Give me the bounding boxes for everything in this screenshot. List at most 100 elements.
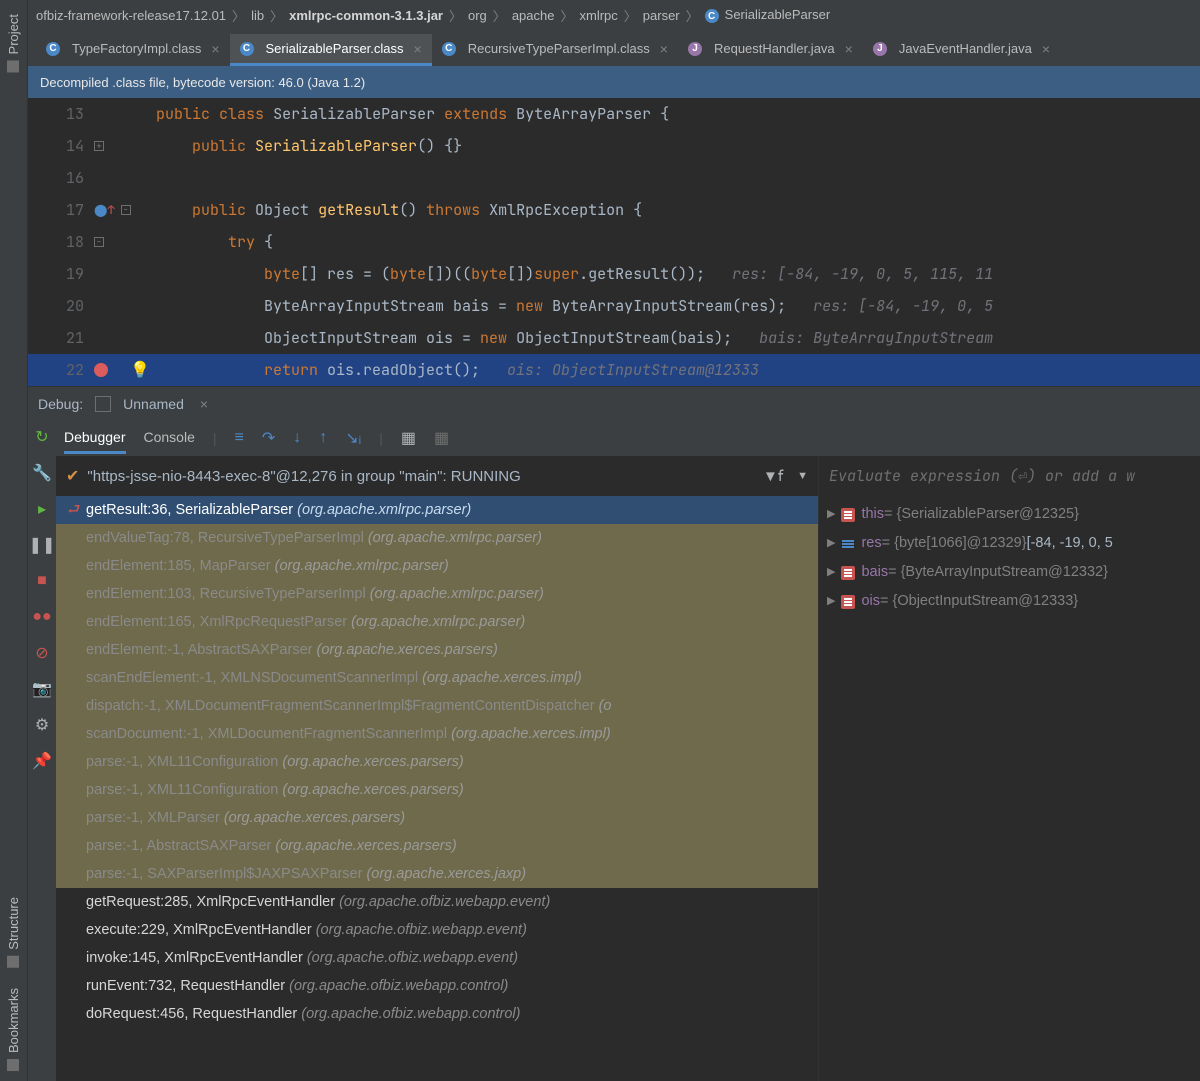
step-into-icon[interactable]: ↓ (293, 429, 301, 447)
project-tool-tab[interactable]: Project (2, 4, 25, 82)
array-icon (841, 537, 855, 551)
stack-frame[interactable]: scanDocument:-1, XMLDocumentFragmentScan… (56, 720, 818, 748)
debugger-tab[interactable]: Debugger (64, 423, 126, 454)
code-editor[interactable]: 13public class SerializableParser extend… (28, 98, 1200, 386)
close-icon[interactable]: × (211, 41, 219, 57)
editor-tab[interactable]: JJavaEventHandler.java× (863, 34, 1060, 66)
run-to-cursor-icon[interactable]: ↘ᵢ (345, 428, 361, 448)
breadcrumb-item[interactable]: apache (512, 8, 555, 23)
close-icon[interactable]: × (660, 41, 668, 57)
stack-frame[interactable]: endElement:103, RecursiveTypeParserImpl … (56, 580, 818, 608)
step-out-icon[interactable]: ↑ (319, 429, 327, 447)
stack-frame[interactable]: doRequest:456, RequestHandler (org.apach… (56, 1000, 818, 1028)
debug-label: Debug: (38, 396, 83, 412)
check-icon: ✔ (66, 466, 79, 486)
resume-icon[interactable]: ▸ (33, 500, 51, 518)
stack-frames[interactable]: ⮐getResult:36, SerializableParser (org.a… (56, 496, 818, 1081)
stack-frame[interactable]: execute:229, XmlRpcEventHandler (org.apa… (56, 916, 818, 944)
class-icon: C (240, 42, 254, 56)
class-icon: C (46, 42, 60, 56)
breadcrumb: ofbiz-framework-release17.12.01〉lib〉xmlr… (28, 0, 1200, 30)
breadcrumb-item[interactable]: lib (251, 8, 264, 23)
variable-row[interactable]: ▶res = {byte[1066]@12329} [-84, -19, 0, … (819, 529, 1200, 558)
tab-label: RequestHandler.java (714, 41, 835, 56)
line-number: 14 (28, 130, 90, 162)
bookmarks-tool-tab[interactable]: Bookmarks (2, 978, 25, 1081)
expand-icon[interactable]: ▶ (827, 587, 835, 616)
stack-frame[interactable]: endElement:185, MapParser (org.apache.xm… (56, 552, 818, 580)
override-icon[interactable]: ⬤ (94, 194, 107, 226)
editor-tab[interactable]: CTypeFactoryImpl.class× (36, 34, 230, 66)
close-icon[interactable]: × (845, 41, 853, 57)
stack-frame[interactable]: scanEndElement:-1, XMLNSDocumentScannerI… (56, 664, 818, 692)
stack-frame[interactable]: endElement:-1, AbstractSAXParser (org.ap… (56, 636, 818, 664)
variable-row[interactable]: ▶this = {SerializableParser@12325} (819, 500, 1200, 529)
breadcrumb-item[interactable]: xmlrpc (579, 8, 617, 23)
fold-icon[interactable]: + (94, 141, 104, 151)
drop-frame-icon[interactable]: ⮐ (64, 496, 84, 524)
evaluate-icon[interactable]: ▦ (401, 428, 416, 448)
close-icon[interactable]: × (414, 41, 422, 57)
camera-icon[interactable]: 📷 (33, 680, 51, 698)
run-config-name[interactable]: Unnamed (123, 396, 184, 412)
line-number: 17 (28, 194, 90, 226)
console-tab[interactable]: Console (144, 423, 195, 454)
tab-label: RecursiveTypeParserImpl.class (468, 41, 650, 56)
line-number: 21 (28, 322, 90, 354)
close-icon[interactable]: × (1042, 41, 1050, 57)
trace-icon[interactable]: ▦ (434, 428, 449, 448)
expand-icon[interactable]: ▶ (827, 558, 835, 587)
line-number: 20 (28, 290, 90, 322)
line-number: 18 (28, 226, 90, 258)
variable-row[interactable]: ▶ois = {ObjectInputStream@12333} (819, 587, 1200, 616)
stack-frame[interactable]: ⮐getResult:36, SerializableParser (org.a… (56, 496, 818, 524)
java-icon: J (873, 42, 887, 56)
fold-icon[interactable]: − (94, 237, 104, 247)
stack-frame[interactable]: getRequest:285, XmlRpcEventHandler (org.… (56, 888, 818, 916)
stack-frame[interactable]: endValueTag:78, RecursiveTypeParserImpl … (56, 524, 818, 552)
variable-list[interactable]: ▶this = {SerializableParser@12325}▶res =… (819, 496, 1200, 1081)
structure-tool-tab[interactable]: Structure (2, 887, 25, 978)
breakpoint-icon[interactable] (94, 363, 108, 377)
stack-frame[interactable]: parse:-1, XML11Configuration (org.apache… (56, 776, 818, 804)
stack-frame[interactable]: dispatch:-1, XMLDocumentFragmentScannerI… (56, 692, 818, 720)
step-over-icon[interactable]: ↷ (262, 428, 275, 448)
editor-tab[interactable]: CSerializableParser.class× (230, 34, 432, 66)
stop-icon[interactable]: ■ (33, 572, 51, 590)
lightbulb-icon[interactable]: 💡 (130, 354, 150, 386)
rerun-icon[interactable]: ↻ (33, 428, 51, 446)
stack-frame[interactable]: parse:-1, XMLParser (org.apache.xerces.p… (56, 804, 818, 832)
breadcrumb-item[interactable]: org (468, 8, 487, 23)
show-exec-point-icon[interactable]: ≡ (235, 429, 244, 447)
stack-frame[interactable]: endElement:165, XmlRpcRequestParser (org… (56, 608, 818, 636)
breadcrumb-item[interactable]: CSerializableParser (705, 7, 831, 24)
editor-tab[interactable]: JRequestHandler.java× (678, 34, 863, 66)
settings-icon[interactable]: ⚙ (33, 716, 51, 734)
stack-frame[interactable]: parse:-1, XML11Configuration (org.apache… (56, 748, 818, 776)
pause-icon[interactable]: ❚❚ (33, 536, 51, 554)
stack-frame[interactable]: invoke:145, XmlRpcEventHandler (org.apac… (56, 944, 818, 972)
dropdown-icon[interactable]: ▼ (797, 470, 808, 482)
thread-label[interactable]: "https-jsse-nio-8443-exec-8"@12,276 in g… (87, 468, 520, 485)
breadcrumb-item[interactable]: xmlrpc-common-3.1.3.jar (289, 8, 443, 23)
stack-frame[interactable]: runEvent:732, RequestHandler (org.apache… (56, 972, 818, 1000)
breadcrumb-item[interactable]: ofbiz-framework-release17.12.01 (36, 8, 226, 23)
editor-tab[interactable]: CRecursiveTypeParserImpl.class× (432, 34, 678, 66)
expand-icon[interactable]: ▶ (827, 500, 835, 529)
close-icon[interactable]: × (200, 396, 208, 412)
pin-icon[interactable]: 📌 (33, 752, 51, 770)
line-number: 22 (28, 354, 90, 386)
stack-frame[interactable]: parse:-1, AbstractSAXParser (org.apache.… (56, 832, 818, 860)
fold-icon[interactable]: − (121, 205, 131, 215)
stack-frame[interactable]: parse:-1, SAXParserImpl$JAXPSAXParser (o… (56, 860, 818, 888)
view-breakpoints-icon[interactable]: ●● (33, 608, 51, 626)
expand-icon[interactable]: ▶ (827, 529, 835, 558)
decompile-banner: Decompiled .class file, bytecode version… (28, 66, 1200, 98)
mute-breakpoints-icon[interactable]: ⊘ (33, 644, 51, 662)
breadcrumb-item[interactable]: parser (643, 8, 680, 23)
variable-row[interactable]: ▶bais = {ByteArrayInputStream@12332} (819, 558, 1200, 587)
filter-icon[interactable]: ▼𝖿 (763, 467, 783, 485)
wrench-icon[interactable]: 🔧 (33, 464, 51, 482)
evaluate-input[interactable]: Evaluate expression (⏎) or add a w (819, 456, 1200, 496)
line-number: 13 (28, 98, 90, 130)
